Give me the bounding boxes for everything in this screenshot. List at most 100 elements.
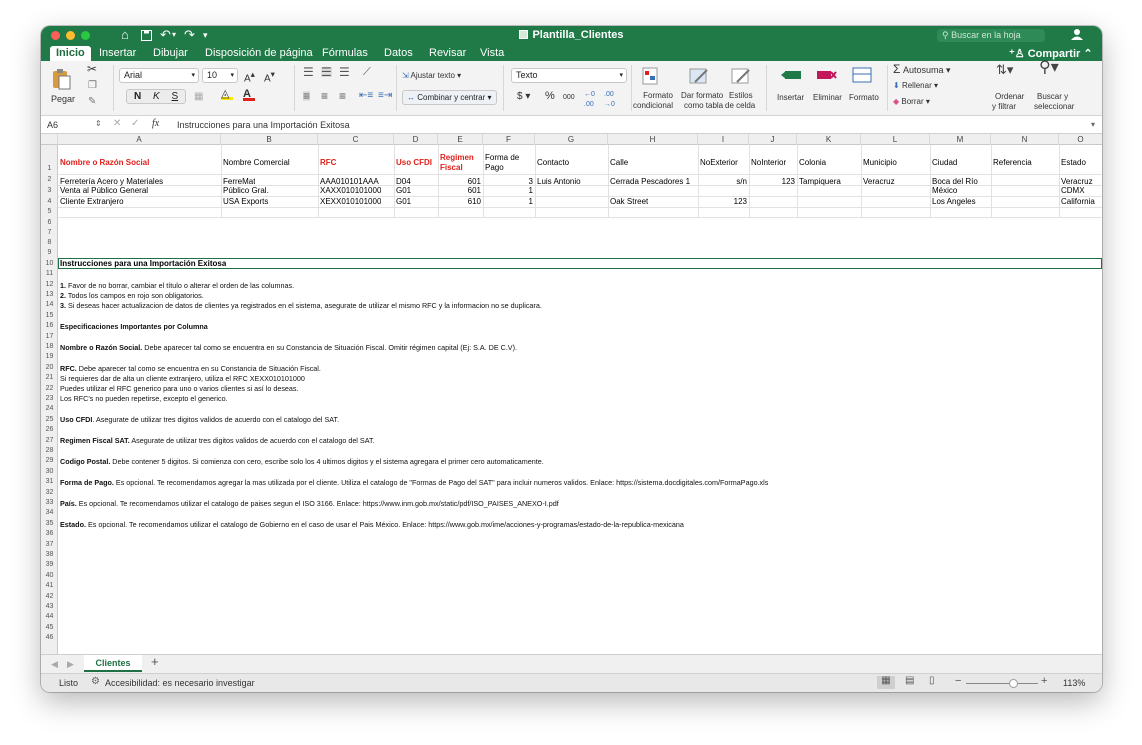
column-header-g[interactable]: G xyxy=(535,134,608,145)
paste-icon[interactable] xyxy=(51,68,73,90)
header-cell-d1[interactable]: Uso CFDI xyxy=(396,158,432,168)
row-header-23[interactable]: 23 xyxy=(41,395,58,402)
tab-revisar[interactable]: Revisar xyxy=(429,47,466,60)
zoom-slider[interactable] xyxy=(966,683,1038,684)
row-header-37[interactable]: 37 xyxy=(41,541,58,548)
data-cell-b3[interactable]: Público Gral. xyxy=(223,186,269,196)
data-cell-h4[interactable]: Oak Street xyxy=(610,197,648,207)
header-cell-m1[interactable]: Ciudad xyxy=(932,158,957,168)
accessibility-status[interactable]: Accesibilidad: es necesario investigar xyxy=(105,678,255,688)
tab-inicio[interactable]: Inicio xyxy=(50,46,91,61)
row-header-11[interactable]: 11 xyxy=(41,270,58,277)
row-header-44[interactable]: 44 xyxy=(41,613,58,620)
conditional-format-button[interactable]: Formato condicional xyxy=(633,91,673,111)
row-header-28[interactable]: 28 xyxy=(41,447,58,454)
row-header-30[interactable]: 30 xyxy=(41,468,58,475)
row-header-14[interactable]: 14 xyxy=(41,301,58,308)
column-header-n[interactable]: N xyxy=(991,134,1059,145)
expand-formula-icon[interactable]: ▾ xyxy=(1091,120,1095,130)
collapse-ribbon-icon[interactable]: ⌃ xyxy=(1083,48,1092,60)
format-cells-icon[interactable] xyxy=(852,66,874,84)
increase-indent-icon[interactable]: ≡⇥ xyxy=(378,91,392,101)
table-format-button[interactable]: Dar formato como tabla xyxy=(681,91,723,111)
currency-button[interactable]: $ ▾ xyxy=(517,92,530,102)
row-header-12[interactable]: 12 xyxy=(41,281,58,288)
column-header-o[interactable]: O xyxy=(1059,134,1102,145)
prev-sheet-icon[interactable]: ◀ xyxy=(51,659,58,669)
instruction-line-9[interactable]: 2. Todos los campos en rojo son obligato… xyxy=(60,291,204,300)
data-cell-a3[interactable]: Venta al Público General xyxy=(60,186,148,196)
row-header-7[interactable]: 7 xyxy=(41,229,58,236)
accessibility-icon[interactable]: ⚙ xyxy=(91,677,100,687)
tab-dibujar[interactable]: Dibujar xyxy=(153,47,188,60)
tab-insertar[interactable]: Insertar xyxy=(99,47,136,60)
row-header-32[interactable]: 32 xyxy=(41,489,58,496)
row-header-41[interactable]: 41 xyxy=(41,582,58,589)
column-header-d[interactable]: D xyxy=(394,134,438,145)
row-header-39[interactable]: 39 xyxy=(41,561,58,568)
data-cell-l2[interactable]: Veracruz xyxy=(863,177,895,187)
align-bottom-icon[interactable]: ☰ xyxy=(339,66,350,78)
instruction-line-25[interactable]: Codigo Postal. Debe contener 5 digitos. … xyxy=(60,457,544,466)
align-middle-icon[interactable]: ☰ xyxy=(321,66,332,78)
data-cell-b4[interactable]: USA Exports xyxy=(223,197,268,207)
instruction-line-23[interactable]: Regimen Fiscal SAT. Asegurate de utiliza… xyxy=(60,436,375,445)
sort-filter-icon[interactable]: ⇅▾ xyxy=(996,63,1013,76)
row-header-36[interactable]: 36 xyxy=(41,530,58,537)
font-color-icon[interactable]: A xyxy=(243,89,255,101)
sort-filter-button[interactable]: Ordenar y filtrar xyxy=(992,92,1024,112)
increase-decimal-icon[interactable]: ←0.00 xyxy=(584,90,595,110)
column-header-i[interactable]: I xyxy=(698,134,749,145)
row-header-1[interactable]: 1 xyxy=(41,165,58,172)
select-all-corner[interactable] xyxy=(41,134,58,145)
autosum-button[interactable]: Σ Autosuma ▾ xyxy=(893,63,951,75)
search-box[interactable]: ⚲ Buscar en la hoja xyxy=(937,29,1045,42)
row-header-45[interactable]: 45 xyxy=(41,624,58,631)
number-format-select[interactable]: Texto ▾ xyxy=(511,68,627,83)
data-cell-k2[interactable]: Tampiquera xyxy=(799,177,841,187)
orientation-icon[interactable]: ⟋ xyxy=(363,67,371,78)
instruction-line-29[interactable]: País. Es opcional. Te recomendamos utili… xyxy=(60,499,559,508)
cell-styles-icon[interactable] xyxy=(731,66,753,84)
bold-button[interactable]: N xyxy=(134,91,141,102)
data-cell-g2[interactable]: Luis Antonio xyxy=(537,177,581,187)
row-header-6[interactable]: 6 xyxy=(41,219,58,226)
zoom-level[interactable]: 113% xyxy=(1063,678,1085,688)
name-box-chevron-icon[interactable]: ⇕ xyxy=(95,119,102,129)
data-cell-h2[interactable]: Cerrada Pescadores 1 xyxy=(610,177,690,187)
instruction-line-14[interactable]: Nombre o Razón Social. Debe aparecer tal… xyxy=(60,343,517,352)
spreadsheet-grid[interactable]: A B C D E F G H I J K L M N O 1234567891… xyxy=(41,134,1102,654)
tab-vista[interactable]: Vista xyxy=(480,47,504,60)
underline-button[interactable]: S xyxy=(171,91,178,102)
data-cell-d3[interactable]: G01 xyxy=(396,186,411,196)
instruction-line-16[interactable]: RFC. Debe aparecer tal como se encuentra… xyxy=(60,364,321,373)
add-sheet-icon[interactable]: + xyxy=(151,655,159,668)
row-header-43[interactable]: 43 xyxy=(41,603,58,610)
align-left-icon[interactable]: ≡ xyxy=(303,90,311,102)
header-cell-n1[interactable]: Referencia xyxy=(993,158,1032,168)
cut-icon[interactable]: ✂ xyxy=(87,63,97,75)
row-header-35[interactable]: 35 xyxy=(41,520,58,527)
sheet-tab-clientes[interactable]: Clientes xyxy=(84,655,142,672)
row-header-26[interactable]: 26 xyxy=(41,426,58,433)
row-header-29[interactable]: 29 xyxy=(41,457,58,464)
row-header-17[interactable]: 17 xyxy=(41,333,58,340)
header-cell-a1[interactable]: Nombre o Razón Social xyxy=(60,158,149,168)
header-cell-i1[interactable]: NoExterior xyxy=(700,158,738,168)
tab-datos[interactable]: Datos xyxy=(384,47,413,60)
instruction-line-17[interactable]: Si requieres dar de alta un cliente extr… xyxy=(60,374,305,383)
conditional-format-icon[interactable] xyxy=(642,66,664,85)
column-header-a[interactable]: A xyxy=(58,134,221,145)
header-cell-b1[interactable]: Nombre Comercial xyxy=(223,158,290,168)
name-box[interactable]: A6 xyxy=(47,120,58,130)
table-format-icon[interactable] xyxy=(689,66,711,84)
row-header-34[interactable]: 34 xyxy=(41,509,58,516)
data-cell-e4[interactable]: 610 xyxy=(438,197,481,207)
row-header-21[interactable]: 21 xyxy=(41,374,58,381)
insert-cells-icon[interactable] xyxy=(781,68,803,86)
header-cell-g1[interactable]: Contacto xyxy=(537,158,569,168)
header-cell-j1[interactable]: NoInterior xyxy=(751,158,786,168)
column-header-m[interactable]: M xyxy=(930,134,991,145)
header-cell-f1[interactable]: Forma de Pago xyxy=(485,153,519,173)
row-header-22[interactable]: 22 xyxy=(41,385,58,392)
